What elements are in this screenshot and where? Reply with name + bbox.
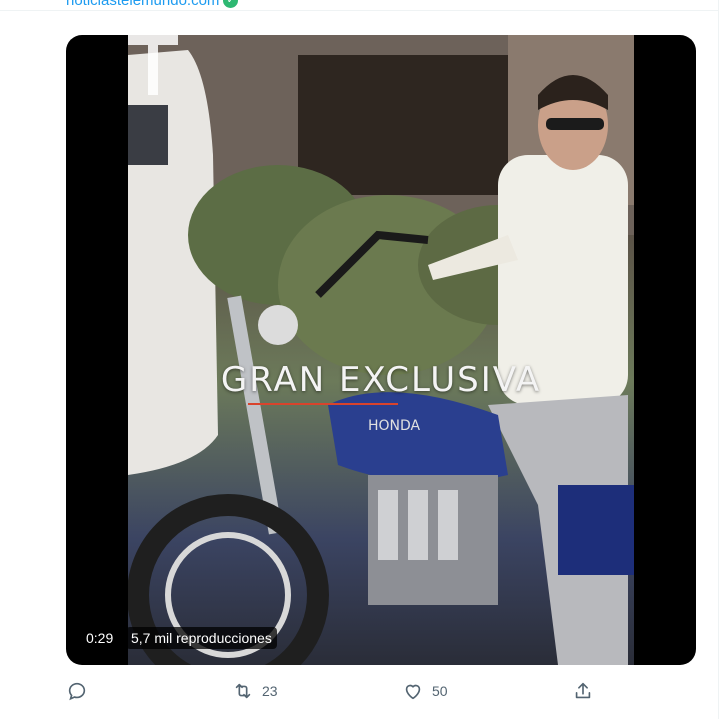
tweet-action-bar: 23 50 [66,680,596,708]
video-overlay-title: GRAN EXCLUSIVA [220,360,542,400]
top-divider [0,10,719,11]
heart-icon [405,684,421,700]
video-view-count: 5,7 mil reproducciones [126,627,277,649]
video-player[interactable]: HONDA GRAN EXCLUSIVA 0:29 5,7 mil reprod… [66,35,696,665]
video-frame[interactable]: HONDA GRAN EXCLUSIVA [128,35,634,665]
like-button[interactable]: 50 [402,680,448,702]
reply-button[interactable] [66,680,96,702]
verified-icon: ✓ [223,0,239,8]
source-link[interactable]: noticiastelemundo.com ✓ [66,0,239,9]
retweet-icon [235,683,251,699]
video-scene: HONDA [128,35,634,665]
retweet-button[interactable]: 23 [232,680,278,702]
like-count: 50 [432,683,448,699]
column-divider [718,0,719,719]
reply-icon [68,682,86,701]
share-icon [575,682,591,699]
svg-text:HONDA: HONDA [368,418,421,434]
overlay-underline [248,403,398,405]
telemundo-logo-icon [128,35,178,95]
retweet-count: 23 [262,683,278,699]
video-duration: 0:29 [81,627,119,649]
source-link-text[interactable]: noticiastelemundo.com [66,0,219,9]
share-button[interactable] [572,680,594,702]
